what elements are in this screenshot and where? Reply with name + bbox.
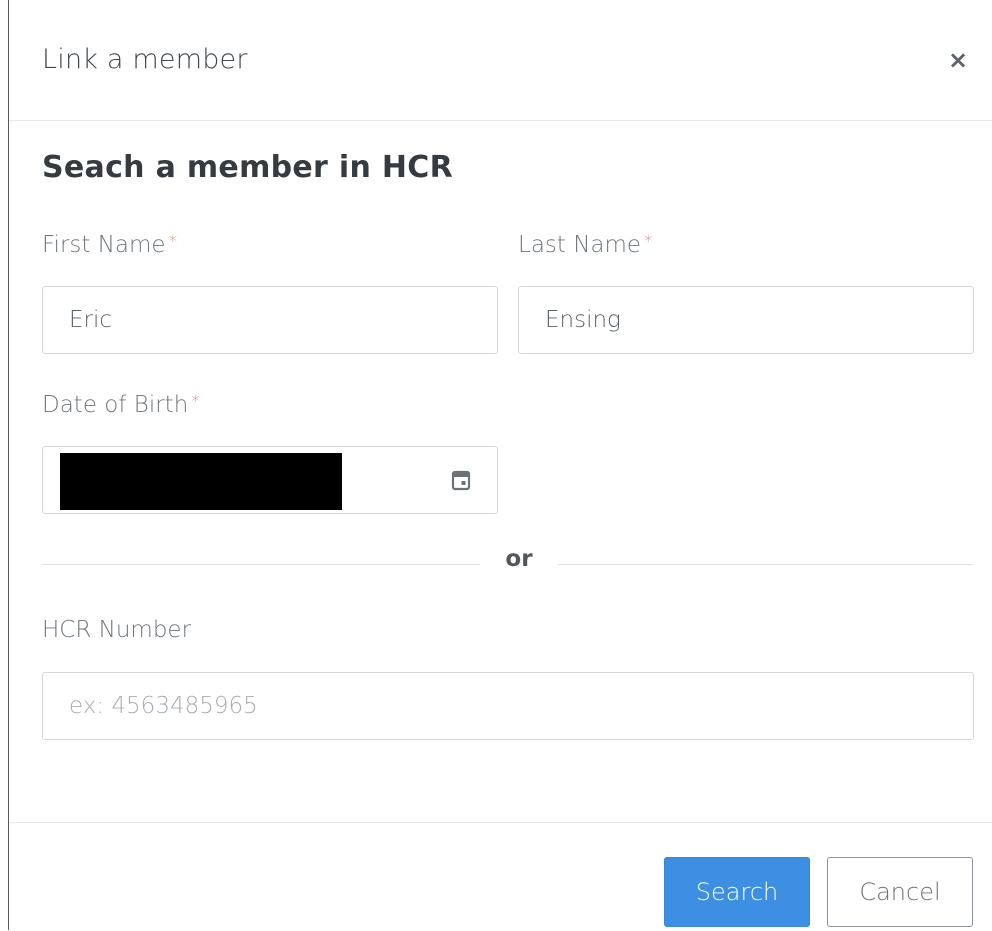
required-asterisk: * [644, 232, 653, 252]
first-name-value: Eric [69, 307, 113, 333]
search-button[interactable]: Search [664, 857, 810, 927]
divider-or-text: or [505, 546, 533, 572]
first-name-label-text: First Name [42, 232, 166, 258]
required-asterisk: * [191, 392, 200, 412]
hcr-number-label-text: HCR Number [42, 617, 192, 643]
last-name-value: Ensing [545, 307, 621, 333]
redacted-date-value [60, 453, 342, 510]
link-member-modal: Link a member × Seach a member in HCR Fi… [8, 0, 992, 930]
divider-line-left [42, 564, 480, 565]
date-of-birth-label: Date of Birth * [42, 392, 200, 418]
hcr-number-placeholder: ex: 4563485965 [69, 693, 258, 719]
hcr-number-label: HCR Number [42, 617, 191, 643]
last-name-label: Last Name * [518, 232, 653, 258]
last-name-input[interactable]: Ensing [518, 286, 974, 354]
last-name-label-text: Last Name [518, 232, 642, 258]
close-button[interactable]: × [946, 46, 970, 74]
close-icon: × [947, 46, 969, 74]
first-name-input[interactable]: Eric [42, 286, 498, 354]
cancel-button[interactable]: Cancel [827, 857, 973, 927]
calendar-icon[interactable] [451, 469, 471, 491]
hcr-number-input[interactable]: ex: 4563485965 [42, 672, 974, 740]
date-of-birth-label-text: Date of Birth [42, 392, 189, 418]
section-title: Seach a member in HCR [42, 150, 454, 185]
required-asterisk: * [168, 232, 178, 252]
modal-title: Link a member [42, 44, 248, 75]
first-name-label: First Name * [42, 232, 177, 258]
modal-footer: Search Cancel [9, 822, 992, 931]
date-of-birth-input[interactable] [42, 446, 498, 514]
or-divider: or [42, 546, 973, 582]
modal-header: Link a member × [9, 0, 992, 121]
divider-line-right [558, 564, 973, 565]
